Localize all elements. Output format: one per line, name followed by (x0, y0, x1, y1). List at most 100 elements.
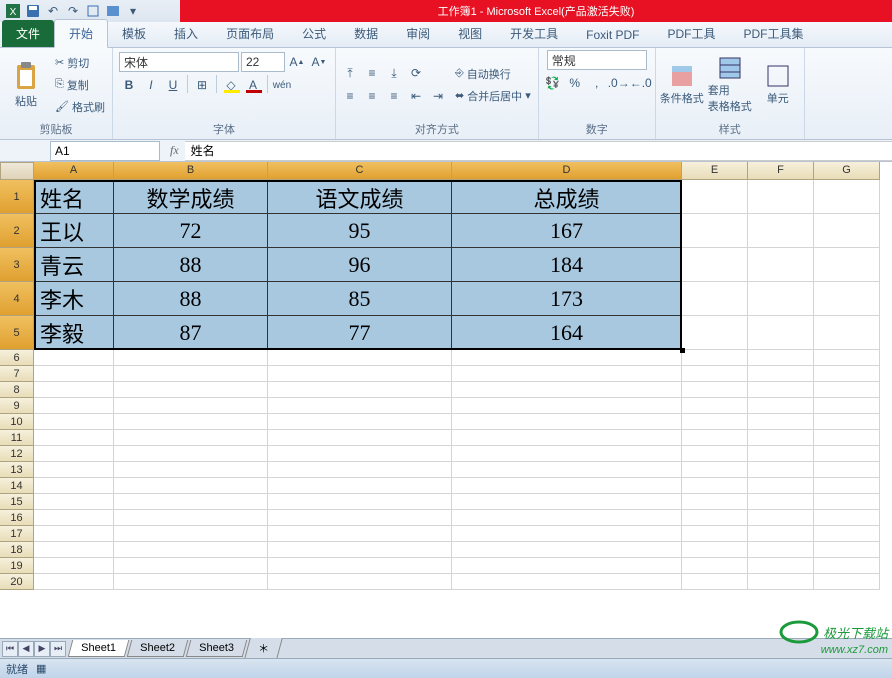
fill-handle[interactable] (680, 348, 685, 353)
empty-cell[interactable] (114, 478, 268, 494)
decimal-inc-icon[interactable]: .0→ (609, 73, 629, 93)
col-header-A[interactable]: A (34, 162, 114, 180)
col-header-B[interactable]: B (114, 162, 268, 180)
decrease-font-icon[interactable]: A▼ (309, 52, 329, 72)
redo-icon[interactable]: ↷ (64, 2, 82, 20)
empty-cell[interactable] (452, 382, 682, 398)
row-header[interactable]: 5 (0, 316, 34, 350)
empty-cell[interactable] (452, 446, 682, 462)
row-header[interactable]: 8 (0, 382, 34, 398)
table-format-button[interactable]: 套用 表格格式 (708, 52, 752, 118)
bold-button[interactable]: B (119, 75, 139, 95)
empty-cell[interactable] (682, 462, 748, 478)
italic-button[interactable]: I (141, 75, 161, 95)
align-left-icon[interactable]: ≡ (340, 86, 360, 106)
merge-center-button[interactable]: ⬌合并后居中 ▾ (452, 86, 534, 106)
fx-icon[interactable]: fx (164, 143, 185, 158)
sheet-tab[interactable]: Sheet1 (68, 640, 129, 657)
row-header[interactable]: 16 (0, 510, 34, 526)
data-cell[interactable]: 167 (452, 214, 682, 248)
empty-cell[interactable] (452, 478, 682, 494)
empty-cell[interactable] (268, 446, 452, 462)
empty-cell[interactable] (34, 446, 114, 462)
empty-cell[interactable] (814, 214, 880, 248)
empty-cell[interactable] (34, 478, 114, 494)
tab-data[interactable]: 数据 (340, 20, 392, 47)
empty-cell[interactable] (114, 574, 268, 590)
empty-cell[interactable] (34, 494, 114, 510)
data-cell[interactable]: 青云 (34, 248, 114, 282)
empty-cell[interactable] (814, 414, 880, 430)
copy-button[interactable]: ⎘复制 (52, 75, 108, 95)
empty-cell[interactable] (268, 574, 452, 590)
empty-cell[interactable] (452, 542, 682, 558)
tab-pdftool[interactable]: PDF工具 (654, 20, 730, 47)
sheet-nav-next-icon[interactable]: ▶ (34, 641, 50, 657)
col-header-C[interactable]: C (268, 162, 452, 180)
empty-cell[interactable] (452, 494, 682, 510)
sheet-tab[interactable]: Sheet2 (127, 640, 188, 657)
empty-cell[interactable] (268, 526, 452, 542)
empty-cell[interactable] (114, 558, 268, 574)
empty-cell[interactable] (682, 494, 748, 510)
data-cell[interactable]: 72 (114, 214, 268, 248)
empty-cell[interactable] (682, 180, 748, 214)
new-sheet-button[interactable]: ＊ (244, 638, 283, 659)
empty-cell[interactable] (748, 316, 814, 350)
empty-cell[interactable] (114, 382, 268, 398)
empty-cell[interactable] (268, 510, 452, 526)
empty-cell[interactable] (814, 526, 880, 542)
empty-cell[interactable] (814, 542, 880, 558)
empty-cell[interactable] (814, 494, 880, 510)
empty-cell[interactable] (114, 398, 268, 414)
data-cell[interactable]: 87 (114, 316, 268, 350)
empty-cell[interactable] (682, 510, 748, 526)
data-cell[interactable]: 184 (452, 248, 682, 282)
tab-review[interactable]: 审阅 (392, 20, 444, 47)
empty-cell[interactable] (682, 430, 748, 446)
macro-icon[interactable]: ▦ (36, 662, 46, 675)
empty-cell[interactable] (748, 446, 814, 462)
empty-cell[interactable] (748, 526, 814, 542)
data-cell[interactable]: 李木 (34, 282, 114, 316)
conditional-format-button[interactable]: 条件格式 (660, 52, 704, 118)
empty-cell[interactable] (452, 414, 682, 430)
sheet-tab[interactable]: Sheet3 (185, 640, 246, 657)
formula-bar[interactable]: 姓名 (185, 141, 892, 161)
empty-cell[interactable] (34, 382, 114, 398)
empty-cell[interactable] (682, 574, 748, 590)
row-header[interactable]: 10 (0, 414, 34, 430)
font-color-button[interactable]: A (243, 75, 263, 95)
tab-dev[interactable]: 开发工具 (496, 20, 572, 47)
empty-cell[interactable] (268, 414, 452, 430)
col-header-F[interactable]: F (748, 162, 814, 180)
empty-cell[interactable] (748, 558, 814, 574)
data-cell[interactable]: 173 (452, 282, 682, 316)
empty-cell[interactable] (34, 366, 114, 382)
row-header[interactable]: 9 (0, 398, 34, 414)
format-painter-button[interactable]: 🖌格式刷 (52, 97, 108, 117)
empty-cell[interactable] (748, 462, 814, 478)
empty-cell[interactable] (814, 350, 880, 366)
empty-cell[interactable] (682, 350, 748, 366)
tab-formula[interactable]: 公式 (288, 20, 340, 47)
empty-cell[interactable] (452, 366, 682, 382)
empty-cell[interactable] (34, 398, 114, 414)
empty-cell[interactable] (682, 414, 748, 430)
empty-cell[interactable] (814, 248, 880, 282)
empty-cell[interactable] (34, 558, 114, 574)
empty-cell[interactable] (748, 398, 814, 414)
save-icon[interactable] (24, 2, 42, 20)
empty-cell[interactable] (682, 316, 748, 350)
name-box[interactable]: A1 (50, 141, 160, 161)
empty-cell[interactable] (748, 478, 814, 494)
empty-cell[interactable] (114, 350, 268, 366)
empty-cell[interactable] (452, 462, 682, 478)
empty-cell[interactable] (682, 558, 748, 574)
orientation-icon[interactable]: ⟳ (406, 63, 426, 83)
empty-cell[interactable] (682, 214, 748, 248)
undo-icon[interactable]: ↶ (44, 2, 62, 20)
align-center-icon[interactable]: ≡ (362, 86, 382, 106)
col-header-E[interactable]: E (682, 162, 748, 180)
data-cell[interactable]: 77 (268, 316, 452, 350)
